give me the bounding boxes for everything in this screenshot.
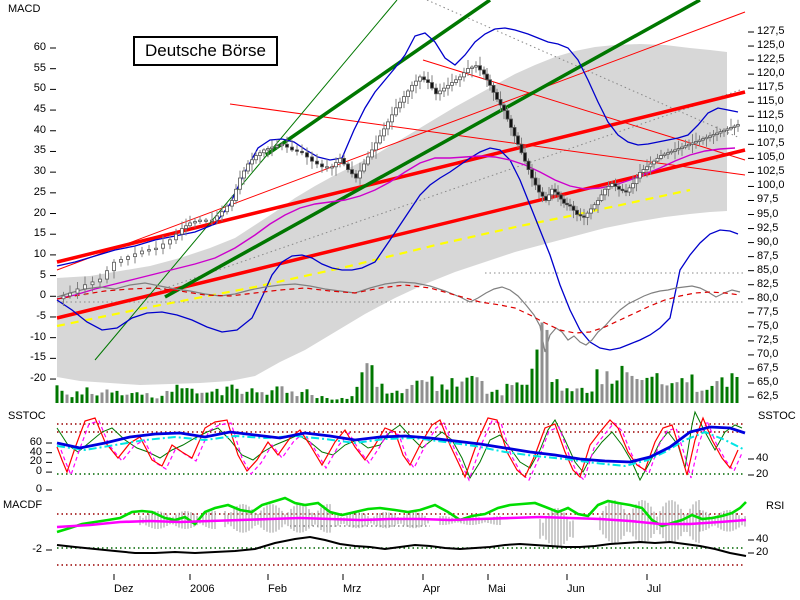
chart-canvas <box>0 0 800 600</box>
chart-window: MACD Deutsche Börse SSTOC SSTOC MACDF RS… <box>0 0 800 600</box>
